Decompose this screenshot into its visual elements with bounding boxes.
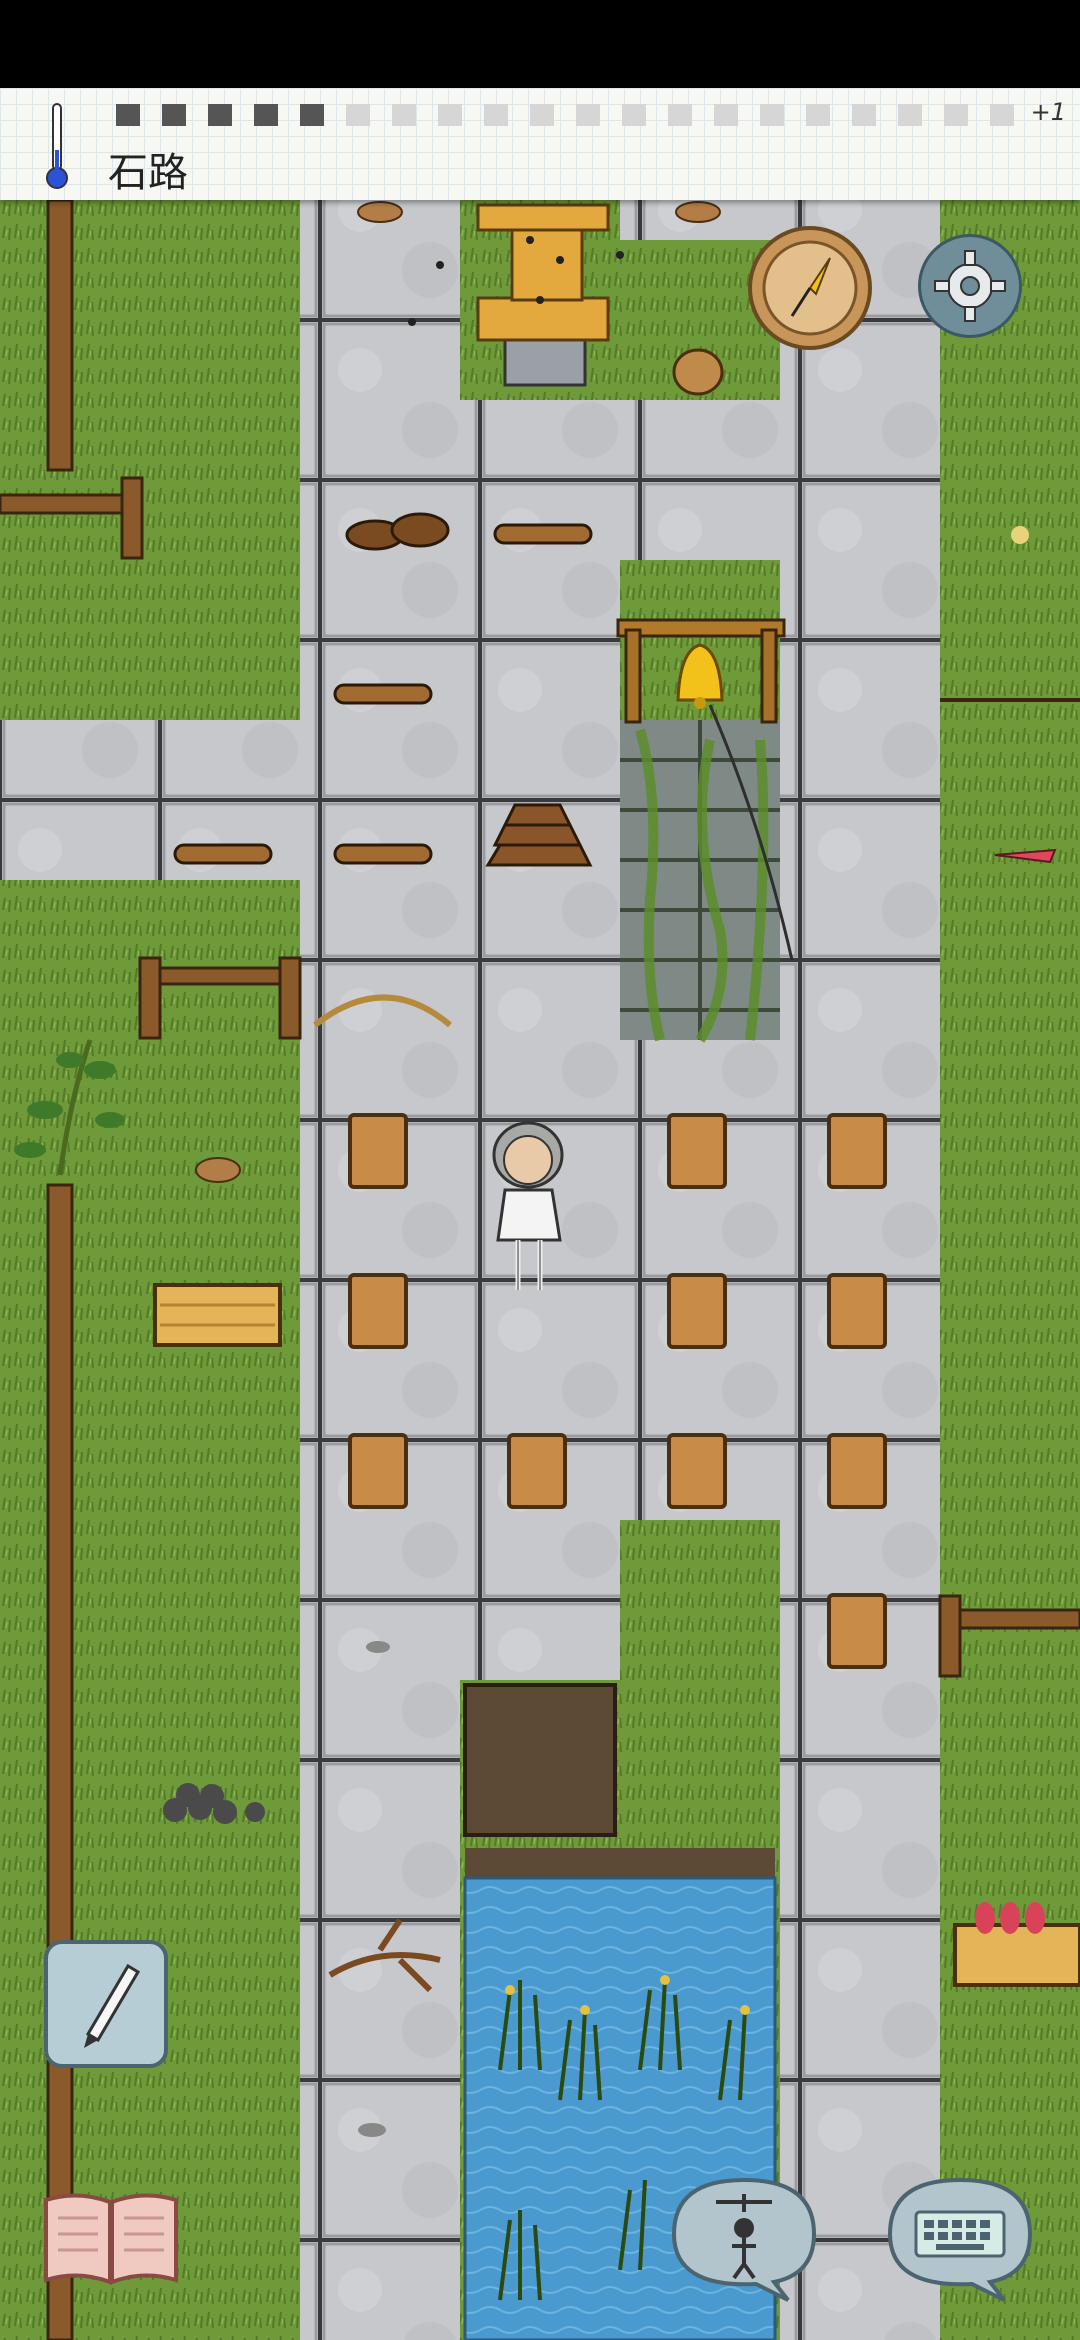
- dirt-hole: [463, 1683, 617, 1837]
- mossy-wall: [620, 720, 780, 1043]
- butterfly[interactable]: [1011, 526, 1029, 544]
- compass-button[interactable]: [748, 226, 872, 350]
- gear-icon: [921, 250, 1019, 339]
- note-button[interactable]: [44, 1940, 168, 2068]
- tech-book-button[interactable]: [40, 2186, 182, 2290]
- dirt-bank: [465, 1848, 775, 1878]
- yum-bonus: +1: [1030, 98, 1066, 126]
- puppet-icon: [664, 2177, 824, 2308]
- wooden-crate[interactable]: [153, 1283, 282, 1347]
- keyboard-icon: [880, 2177, 1040, 2308]
- pencil-icon: [48, 1963, 164, 2068]
- thermometer-icon: [46, 100, 68, 196]
- hover-object-name: 石路: [108, 150, 188, 196]
- emote-button[interactable]: [664, 2172, 824, 2304]
- status-bar: +1 石路: [0, 88, 1080, 200]
- clay-pot[interactable]: [672, 348, 724, 396]
- chat-keyboard-button[interactable]: [880, 2172, 1040, 2304]
- book-icon: [40, 2193, 182, 2294]
- berry-bowl[interactable]: [195, 1157, 241, 1183]
- settings-button[interactable]: [918, 234, 1022, 338]
- food-pips: [116, 100, 1036, 128]
- compass-icon: [752, 240, 868, 350]
